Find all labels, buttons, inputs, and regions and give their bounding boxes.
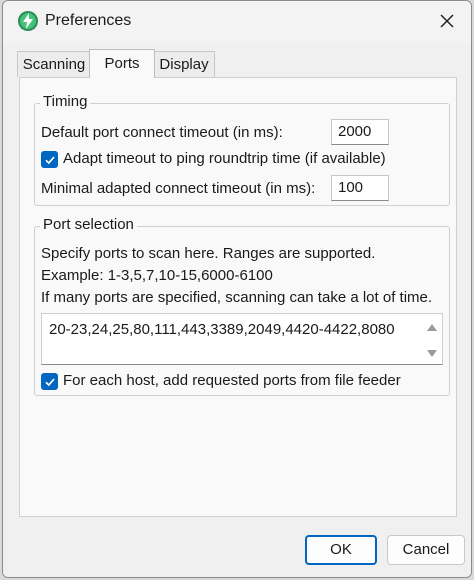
close-button[interactable] [429, 5, 465, 37]
title-bar: Preferences [3, 1, 471, 43]
dialog-footer: OK Cancel [3, 521, 471, 577]
timing-group: Timing Default port connect timeout (in … [34, 93, 450, 206]
timing-group-title: Timing [40, 93, 91, 110]
tab-scanning[interactable]: Scanning [17, 51, 91, 77]
ports-help-line-1: Specify ports to scan here. Ranges are s… [41, 245, 376, 262]
close-icon [440, 14, 454, 28]
tab-ports[interactable]: Ports [89, 49, 155, 78]
ports-textarea-value: 20-23,24,25,80,111,443,3389,2049,4420-44… [49, 321, 395, 338]
adapt-timeout-checkbox[interactable] [41, 151, 58, 168]
checkmark-icon [44, 377, 55, 386]
file-feeder-checkbox[interactable] [41, 373, 58, 390]
scroll-up-arrow-icon[interactable] [426, 322, 438, 332]
preferences-window: Preferences Scanning Ports Display Timin… [2, 0, 472, 578]
port-selection-group-title: Port selection [40, 216, 137, 233]
tab-display[interactable]: Display [153, 51, 215, 77]
checkmark-icon [44, 155, 55, 164]
scroll-down-arrow-icon[interactable] [426, 348, 438, 358]
min-adapted-timeout-input[interactable]: 100 [331, 175, 389, 201]
ports-help-line-3: If many ports are specified, scanning ca… [41, 289, 433, 306]
min-adapted-timeout-label: Minimal adapted connect timeout (in ms): [41, 180, 316, 197]
window-title: Preferences [45, 12, 132, 29]
app-lightning-icon [17, 10, 39, 32]
file-feeder-label[interactable]: For each host, add requested ports from … [63, 372, 401, 389]
cancel-button[interactable]: Cancel [387, 535, 465, 565]
port-selection-group: Port selection Specify ports to scan her… [34, 216, 450, 396]
ports-textarea[interactable]: 20-23,24,25,80,111,443,3389,2049,4420-44… [41, 313, 443, 365]
ports-tab-panel: Timing Default port connect timeout (in … [19, 77, 457, 517]
adapt-timeout-label[interactable]: Adapt timeout to ping roundtrip time (if… [63, 150, 386, 167]
default-timeout-label: Default port connect timeout (in ms): [41, 124, 283, 141]
ok-button[interactable]: OK [305, 535, 377, 565]
default-timeout-input[interactable]: 2000 [331, 119, 389, 145]
ports-help-line-2: Example: 1-3,5,7,10-15,6000-6100 [41, 267, 273, 284]
